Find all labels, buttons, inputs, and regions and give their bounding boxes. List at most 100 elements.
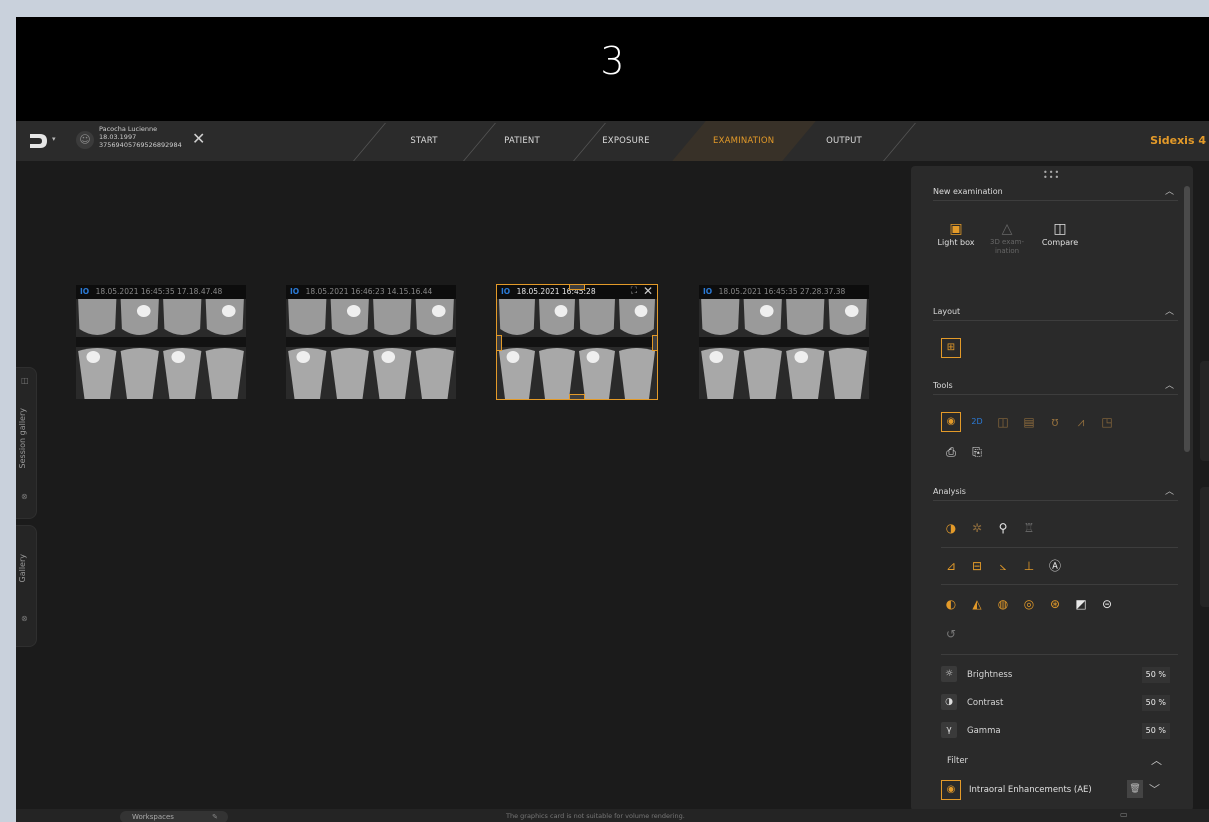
workspaces-button[interactable]: Workspaces ✎ (120, 811, 228, 822)
image-time: 16:45:35 (763, 287, 798, 296)
contrast-icon: ◑ (941, 694, 957, 710)
eye-icon[interactable]: ◉ (941, 780, 961, 800)
close-icon[interactable]: ✕ (643, 285, 653, 298)
contrast-tool-icon[interactable]: ◑ (941, 518, 961, 538)
section-title[interactable]: Tools (933, 378, 1178, 395)
layout-section: Layout ︿ (933, 304, 1178, 321)
teeth-icon[interactable]: ʊ (1045, 412, 1065, 432)
xray-image-selected[interactable]: IO 18.05.2021 16:45:28 ⛶ ✕ (496, 284, 658, 400)
image-workspace[interactable]: ◫ Session gallery ⊗ Gallery ⊗ IO 18.05.2… (16, 161, 911, 809)
brightness-value[interactable]: 50 % (1141, 667, 1170, 683)
3d-examination-button[interactable]: △ 3D exam-ination (981, 220, 1033, 256)
workspaces-label: Workspaces (132, 813, 174, 821)
sharpen-icon[interactable]: ◭ (967, 594, 987, 614)
invert-icon[interactable]: ◐ (941, 594, 961, 614)
xray-picture (76, 299, 246, 399)
image-date: 18.05.2021 (718, 287, 762, 296)
resize-handle-right[interactable] (652, 335, 657, 351)
color-map-icon[interactable]: ◩ (1071, 594, 1091, 614)
enhancement-row[interactable]: ◉ Intraoral Enhancements (AE) 🗑 ﹀ (941, 778, 1178, 802)
right-side-tab[interactable] (1200, 487, 1209, 607)
2d-tool-icon[interactable]: 2D (967, 412, 987, 432)
gallery-tab[interactable]: Gallery ⊗ (16, 525, 37, 647)
select-tool-icon[interactable]: ◉ (941, 412, 961, 432)
xray-image[interactable]: IO 18.05.2021 16:46:23 14.15.16.44 (286, 285, 456, 399)
chevron-up-icon[interactable]: ︿ (1165, 184, 1174, 197)
filter-title: Filter (947, 756, 969, 766)
compare-button[interactable]: ◫ Compare (1035, 220, 1085, 247)
resize-handle-bottom[interactable] (569, 394, 585, 399)
product-name: Sidexis 4 (1150, 134, 1206, 147)
chevron-up-icon[interactable]: ︿ (1165, 304, 1174, 317)
section-title[interactable]: Layout (933, 304, 1178, 321)
tab-exposure[interactable]: EXPOSURE (571, 121, 681, 161)
lightbox-icon: ▣ (949, 221, 963, 237)
angle-measure-icon[interactable]: ⊿ (941, 556, 961, 576)
report-icon[interactable]: ◳ (1097, 412, 1117, 432)
person-measure-icon[interactable]: ⊥ (1019, 556, 1039, 576)
tooth-numbers: 27.28.37.38 (799, 287, 846, 296)
print-icon[interactable]: ⎙ (941, 442, 961, 462)
maximize-icon[interactable]: ⛶ (631, 286, 637, 296)
tooth-icon[interactable]: ♖ (1019, 518, 1039, 538)
density-icon[interactable]: ◍ (993, 594, 1013, 614)
chevron-up-icon[interactable]: ︿ (1165, 484, 1174, 497)
implant-icon[interactable]: ⩘ (1071, 412, 1091, 432)
image-time: 16:46:23 (350, 287, 385, 296)
sirona-logo-icon[interactable] (28, 131, 50, 151)
trash-icon[interactable]: 🗑 (1127, 780, 1143, 798)
status-message: The graphics card is not suitable for vo… (506, 812, 685, 820)
pipette-icon[interactable]: ⚲ (993, 518, 1013, 538)
length-measure-icon[interactable]: ⊟ (967, 556, 987, 576)
reset-icon[interactable]: ↺ (941, 624, 961, 644)
pin-icon: ⊗ (21, 614, 28, 623)
drag-grip-icon[interactable]: ••• ••• (1043, 169, 1060, 182)
image-header: IO 18.05.2021 16:45:35 17.18.47.48 (76, 285, 246, 299)
zoom-tool-icon[interactable]: ✲ (967, 518, 987, 538)
image-date: 18.05.2021 (305, 287, 349, 296)
chevron-down-icon[interactable]: ﹀ (1149, 781, 1160, 797)
emboss-icon[interactable]: ◎ (1019, 594, 1039, 614)
brightness-row[interactable]: ☼ Brightness 50 % (941, 664, 1178, 686)
tab-patient[interactable]: PATIENT (467, 121, 577, 161)
chevron-up-icon[interactable]: ︿ (1165, 378, 1174, 391)
pseudo-color-icon[interactable]: ⊛ (1045, 594, 1065, 614)
window-icon[interactable]: ▭ (1120, 810, 1128, 819)
resize-handle-top[interactable] (569, 285, 585, 290)
close-patient-icon[interactable]: ✕ (192, 130, 205, 148)
image-date: 18.05.2021 (95, 287, 139, 296)
gamma-row[interactable]: γ Gamma 50 % (941, 720, 1178, 742)
contrast-value[interactable]: 50 % (1141, 695, 1170, 711)
tab-output[interactable]: OUTPUT (789, 121, 899, 161)
image-time: 16:45:35 (140, 287, 175, 296)
chevron-up-icon[interactable]: ︿ (1151, 752, 1162, 768)
section-title[interactable]: Analysis (933, 484, 1178, 501)
right-side-tab[interactable] (1200, 361, 1209, 461)
app-frame: 3 ▾ ☺ Pacocha Lucienne 18.03.1997 375694… (16, 17, 1209, 822)
patient-dob: 18.03.1997 (99, 133, 137, 141)
gamma-value[interactable]: 50 % (1141, 723, 1170, 739)
calibrate-icon[interactable]: ⦣ (993, 556, 1013, 576)
layout-grid-icon[interactable]: ⊞ (941, 338, 961, 358)
tooth-numbers: 17.18.47.48 (176, 287, 223, 296)
print-preview-icon[interactable]: ⎘ (967, 442, 987, 462)
contrast-row[interactable]: ◑ Contrast 50 % (941, 692, 1178, 714)
chevron-down-icon[interactable]: ▾ (52, 135, 56, 143)
xray-image[interactable]: IO 18.05.2021 16:45:35 17.18.47.48 (76, 285, 246, 399)
top-navigation-bar: ▾ ☺ Pacocha Lucienne 18.03.1997 37569405… (16, 121, 1209, 161)
text-annotation-icon[interactable]: Ⓐ (1045, 556, 1065, 576)
resize-handle-left[interactable] (497, 335, 502, 351)
tab-start[interactable]: START (369, 121, 479, 161)
section-title[interactable]: New examination (933, 184, 1178, 201)
panel-scrollbar[interactable] (1184, 186, 1190, 452)
patient-name: Pacocha Lucienne (99, 125, 158, 133)
xray-image[interactable]: IO 18.05.2021 16:45:35 27.28.37.38 (699, 285, 869, 399)
panorama-icon[interactable]: ◫ (993, 412, 1013, 432)
session-gallery-tab[interactable]: ◫ Session gallery ⊗ (16, 367, 37, 519)
lightbox-button[interactable]: ▣ Light box (931, 220, 981, 247)
patient-info[interactable]: Pacocha Lucienne 18.03.1997 375694057695… (99, 125, 182, 149)
ceph-icon[interactable]: ▤ (1019, 412, 1039, 432)
filter-icon[interactable]: ⊝ (1097, 594, 1117, 614)
examination-panel: ••• ••• New examination ︿ ▣ Light box △ 3… (911, 166, 1193, 811)
session-gallery-label: Session gallery (18, 408, 27, 469)
